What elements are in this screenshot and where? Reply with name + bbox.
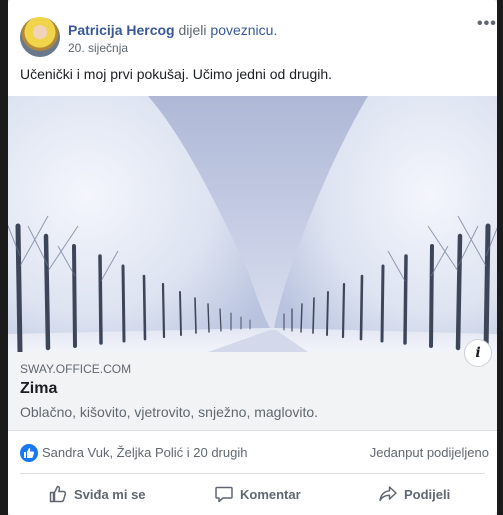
- comment-icon: [215, 486, 233, 503]
- post-card: Patricija Hercog dijeli poveznicu. 20. s…: [8, 0, 497, 515]
- share-arrow-icon: [379, 486, 397, 502]
- reactors-list[interactable]: Sandra Vuk, Željka Polić i 20 drugih: [42, 445, 247, 460]
- link-title[interactable]: Zima: [20, 380, 57, 398]
- post-caption: Učenički i moj prvi pokušaj. Učimo jedni…: [20, 66, 333, 82]
- comment-button[interactable]: Komentar: [214, 476, 301, 512]
- actions-divider: [20, 473, 485, 474]
- link-description: Oblačno, kišovito, vjetrovito, snježno, …: [20, 404, 319, 420]
- link-preview-image[interactable]: [8, 96, 497, 352]
- share-count[interactable]: Jedanput podijeljeno: [370, 445, 489, 460]
- background-edge-right: [497, 0, 503, 515]
- share-action-text: dijeli: [178, 22, 207, 38]
- share-button[interactable]: Podijeli: [378, 476, 450, 512]
- post-header: Patricija Hercog dijeli poveznicu. 20. s…: [8, 0, 497, 62]
- link-domain: SWAY.OFFICE.COM: [20, 362, 132, 376]
- like-button-label: Sviđa mi se: [74, 486, 146, 502]
- author-avatar[interactable]: [20, 17, 60, 57]
- like-button[interactable]: Sviđa mi se: [48, 476, 146, 512]
- thumbs-up-icon: [49, 485, 67, 503]
- comment-button-label: Komentar: [240, 486, 301, 502]
- shared-link-text[interactable]: poveznicu.: [210, 22, 277, 38]
- background-edge-left: [0, 0, 8, 515]
- author-name[interactable]: Patricija Hercog: [68, 22, 175, 38]
- author-line: Patricija Hercog dijeli poveznicu.: [68, 22, 277, 38]
- post-stats: Sandra Vuk, Željka Polić i 20 drugih Jed…: [8, 431, 497, 473]
- like-reaction-icon[interactable]: [20, 444, 38, 462]
- link-preview-info[interactable]: SWAY.OFFICE.COM Zima Oblačno, kišovito, …: [8, 352, 497, 431]
- info-icon[interactable]: i: [465, 340, 491, 366]
- post-date[interactable]: 20. siječnja: [68, 41, 128, 55]
- more-horizontal-icon[interactable]: •••: [477, 14, 501, 34]
- share-button-label: Podijeli: [404, 486, 451, 502]
